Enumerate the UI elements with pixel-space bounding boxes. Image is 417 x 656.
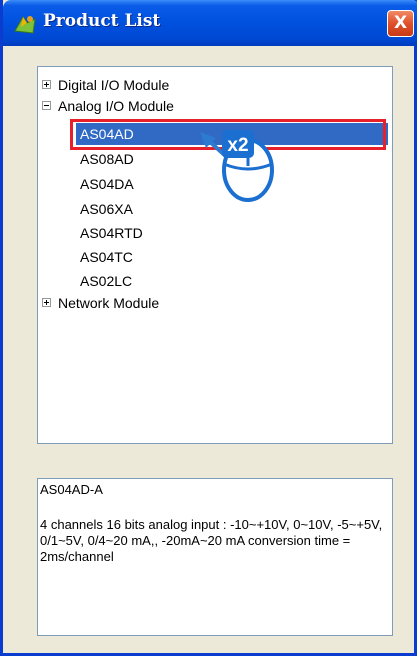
collapse-icon[interactable] [42, 101, 51, 110]
double-click-annotation: x2 [200, 130, 274, 202]
tree-node-label: AS04TC [80, 249, 133, 265]
tree-node-label: AS02LC [80, 273, 133, 289]
click-count-label: x2 [227, 135, 248, 156]
mouse-double-click-icon: x2 [222, 130, 274, 202]
window-title: Product List [43, 11, 161, 31]
close-icon: X [393, 13, 408, 33]
tree-node-label: AS06XA [80, 201, 133, 217]
expand-icon[interactable] [42, 80, 51, 89]
description-panel: AS04AD-A 4 channels 16 bits analog input… [37, 478, 393, 636]
tree-node-label: Analog I/O Module [58, 98, 174, 114]
tree-node-label: AS04DA [80, 176, 134, 192]
title-bar[interactable]: Product List X [3, 0, 417, 46]
tree-node-label: AS08AD [80, 151, 134, 167]
tree-node-label: AS04AD [80, 126, 134, 142]
tree-node-label: AS04RTD [80, 225, 143, 241]
product-list-icon [14, 16, 36, 34]
description-model: AS04AD-A [40, 482, 103, 497]
product-tree[interactable]: Digital I/O Module Analog I/O Module AS0… [37, 66, 393, 444]
tree-node-label: Digital I/O Module [58, 77, 170, 93]
tree-node-label: Network Module [58, 295, 160, 311]
expand-icon[interactable] [42, 298, 51, 307]
description-text: 4 channels 16 bits analog input : -10~+1… [40, 517, 383, 564]
product-list-window: Product List X Digital I/O Module Analog… [0, 0, 417, 656]
close-button[interactable]: X [387, 10, 414, 37]
